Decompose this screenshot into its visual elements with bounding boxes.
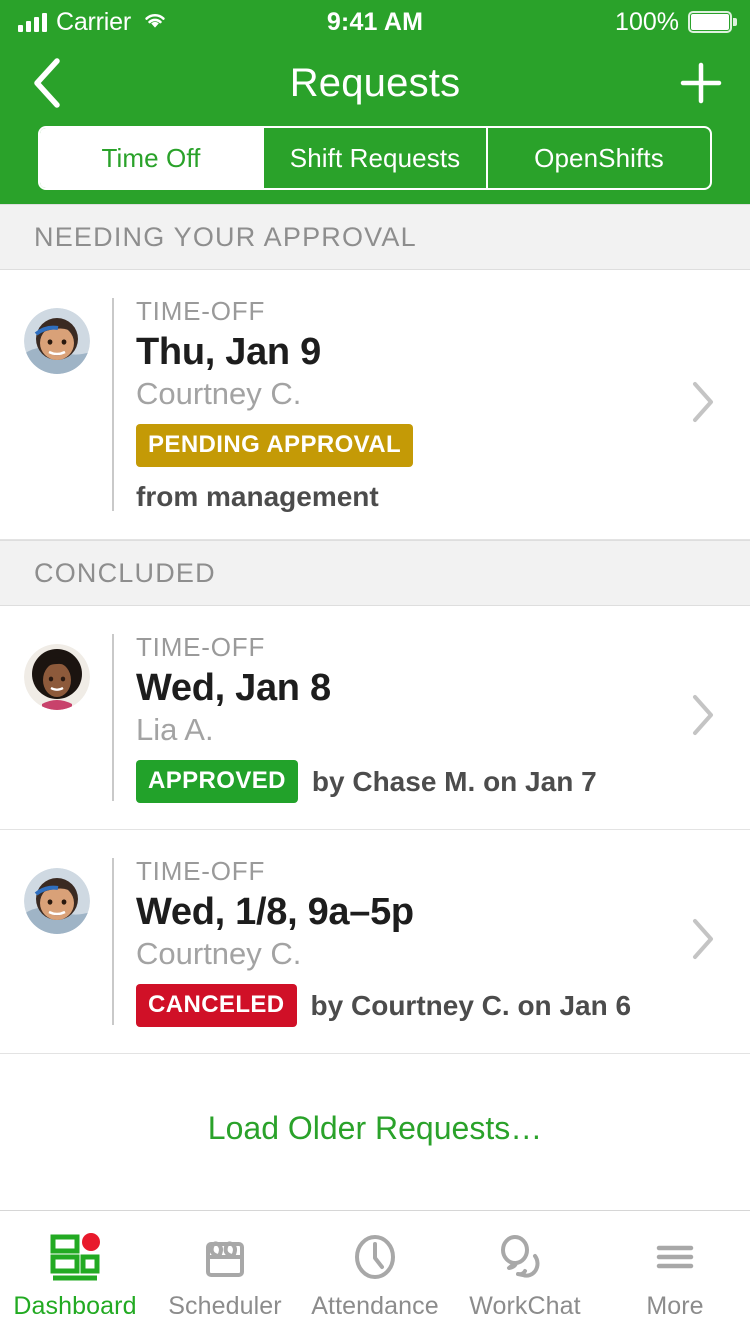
- status-badge: APPROVED: [136, 760, 298, 803]
- request-row-3[interactable]: TIME-OFF Wed, 1/8, 9a–5p Courtney C. CAN…: [0, 830, 750, 1054]
- status-note: from management: [136, 481, 379, 512]
- app-root: Carrier 9:41 AM 100% Requests Time Off S…: [0, 0, 750, 1334]
- tab-scheduler[interactable]: Scheduler: [150, 1224, 300, 1321]
- clock-icon: [349, 1228, 401, 1286]
- request-row-2[interactable]: TIME-OFF Wed, Jan 8 Lia A. APPROVED by C…: [0, 606, 750, 830]
- status-bar-left: Carrier: [18, 8, 168, 37]
- dashboard-icon: [47, 1228, 103, 1286]
- requests-list: NEEDING YOUR APPROVAL TIME-OFF Thu, Jan …: [0, 204, 750, 1210]
- tab-label: Dashboard: [13, 1292, 137, 1320]
- tab-label: Scheduler: [168, 1292, 282, 1320]
- status-bar: Carrier 9:41 AM 100%: [0, 0, 750, 44]
- avatar: [24, 868, 90, 934]
- request-person: Courtney C.: [136, 936, 302, 971]
- tab-label: WorkChat: [469, 1292, 581, 1320]
- request-kind: TIME-OFF: [136, 632, 266, 662]
- request-details: TIME-OFF Thu, Jan 9 Courtney C. PENDING …: [114, 296, 668, 513]
- request-person: Lia A.: [136, 712, 214, 747]
- segmented-control[interactable]: Time Off Shift Requests OpenShifts: [38, 126, 712, 190]
- section-header-concluded: CONCLUDED: [0, 540, 750, 606]
- request-date: Wed, 1/8, 9a–5p: [136, 891, 414, 933]
- tab-shift-requests[interactable]: Shift Requests: [262, 128, 486, 188]
- status-badge: CANCELED: [136, 984, 297, 1027]
- request-row-1[interactable]: TIME-OFF Thu, Jan 9 Courtney C. PENDING …: [0, 270, 750, 540]
- chevron-right-icon: [678, 693, 728, 742]
- navigation-bar: Requests: [0, 44, 750, 122]
- status-note: by Chase M. on Jan 7: [311, 765, 597, 797]
- avatar-courtney: [24, 868, 90, 934]
- hamburger-icon: [649, 1228, 701, 1286]
- tab-open-shifts[interactable]: OpenShifts: [486, 128, 710, 188]
- request-person: Courtney C.: [136, 376, 302, 411]
- tab-time-off[interactable]: Time Off: [40, 128, 262, 188]
- battery-percent-label: 100%: [615, 7, 679, 36]
- back-button[interactable]: [20, 56, 74, 110]
- plus-icon: [680, 62, 722, 104]
- tab-more[interactable]: More: [600, 1224, 750, 1321]
- request-status: CANCELED by Courtney C. on Jan 6: [136, 984, 668, 1027]
- avatar: [24, 644, 90, 710]
- request-date: Wed, Jan 8: [136, 667, 331, 709]
- tab-workchat[interactable]: WorkChat: [450, 1224, 600, 1321]
- request-date: Thu, Jan 9: [136, 331, 321, 373]
- request-kind: TIME-OFF: [136, 856, 266, 886]
- request-status: PENDING APPROVAL from management: [136, 424, 668, 513]
- avatar-courtney: [24, 308, 90, 374]
- chat-bubbles-icon: [497, 1228, 553, 1286]
- tab-dashboard[interactable]: Dashboard: [0, 1224, 150, 1321]
- header: Carrier 9:41 AM 100% Requests Time Off S…: [0, 0, 750, 204]
- battery-full-icon: [688, 11, 737, 33]
- bottom-tab-bar: Dashboard Scheduler Attendance WorkChat …: [0, 1210, 750, 1334]
- request-details: TIME-OFF Wed, 1/8, 9a–5p Courtney C. CAN…: [114, 856, 668, 1027]
- status-bar-right: 100%: [615, 7, 737, 37]
- chevron-right-icon: [678, 917, 728, 966]
- request-kind: TIME-OFF: [136, 296, 266, 326]
- header-spacer: [0, 190, 750, 204]
- calendar-icon: [199, 1228, 251, 1286]
- signal-bars-icon: [18, 12, 47, 32]
- chevron-right-icon: [678, 380, 728, 429]
- tab-label: More: [646, 1292, 704, 1320]
- carrier-label: Carrier: [56, 7, 131, 36]
- status-badge: PENDING APPROVAL: [136, 424, 414, 467]
- status-note: by Courtney C. on Jan 6: [310, 989, 632, 1021]
- avatar-lia: [24, 644, 90, 710]
- add-request-button[interactable]: [674, 56, 728, 110]
- section-header-needing-approval: NEEDING YOUR APPROVAL: [0, 204, 750, 270]
- request-status: APPROVED by Chase M. on Jan 7: [136, 760, 668, 803]
- page-title: Requests: [289, 60, 461, 105]
- tab-label: Attendance: [311, 1292, 439, 1320]
- load-older-requests-button[interactable]: Load Older Requests…: [0, 1054, 750, 1157]
- avatar: [24, 308, 90, 374]
- request-details: TIME-OFF Wed, Jan 8 Lia A. APPROVED by C…: [114, 632, 668, 803]
- chevron-left-icon: [34, 58, 60, 108]
- tab-attendance[interactable]: Attendance: [300, 1224, 450, 1321]
- wifi-icon: [142, 10, 168, 35]
